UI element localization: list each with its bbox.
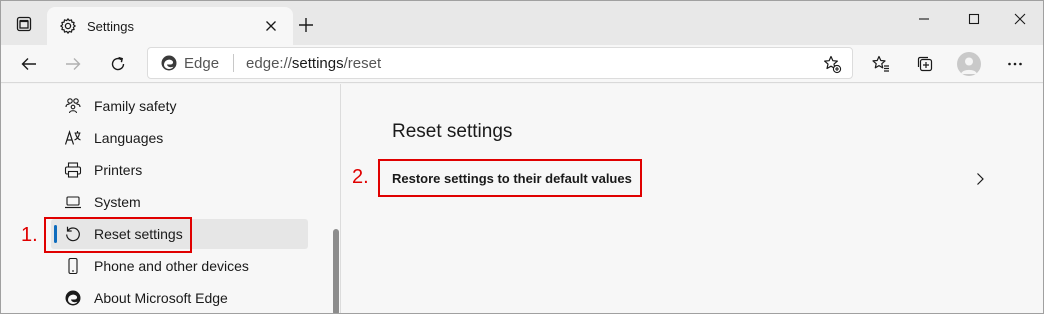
printer-icon [64,161,82,179]
edge-logo-icon [160,54,178,72]
close-icon [1014,13,1026,25]
title-bar: Settings [1,1,1043,45]
annotation-box-step-2 [378,159,642,197]
close-window-button[interactable] [997,5,1043,33]
sidebar-item-about-microsoft-edge[interactable]: About Microsoft Edge [51,283,308,313]
sidebar-item-label: Printers [94,162,143,178]
minimize-button[interactable] [901,5,947,33]
family-icon [64,97,82,115]
edge-icon [64,289,82,307]
sidebar-item-system[interactable]: System [51,187,308,217]
avatar [957,52,981,76]
annotation-step-2: 2. [352,166,369,188]
refresh-button[interactable] [104,50,132,78]
sidebar-item-label: System [94,194,141,210]
settings-main: Reset settings Restore settings to their… [342,84,1043,313]
arrow-right-icon [66,58,81,70]
favorites-icon [872,55,889,72]
browser-window: Settings Edge edge://settings/reset Fami… [0,0,1044,314]
gear-icon [59,17,77,35]
languages-icon [64,129,82,147]
settings-content: Family safety Languages Printers System … [1,84,1043,313]
sidebar-item-languages[interactable]: Languages [51,123,308,153]
maximize-icon [968,13,980,25]
address-bar[interactable]: Edge edge://settings/reset [147,47,853,79]
url-scheme: edge:// [246,54,292,72]
toolbar: Edge edge://settings/reset [1,45,1043,83]
more-button[interactable] [1001,50,1029,78]
favorites-button[interactable] [867,50,895,78]
sidebar-item-family-safety[interactable]: Family safety [51,91,308,121]
address-divider [233,54,235,72]
sidebar-item-label: About Microsoft Edge [94,290,228,306]
settings-sidebar: Family safety Languages Printers System … [1,84,341,313]
new-tab-button[interactable] [295,14,317,36]
annotation-box-step-1 [44,217,192,253]
tab-settings[interactable]: Settings [47,7,293,45]
phone-icon [64,257,82,275]
tab-actions-icon [16,16,32,32]
sidebar-scrollbar[interactable] [333,229,339,313]
add-favorite-icon[interactable] [822,54,842,74]
address-url[interactable]: edge://settings/reset [246,55,381,72]
sidebar-item-label: Phone and other devices [94,258,249,274]
tab-title: Settings [87,18,134,34]
minimize-icon [919,18,929,20]
annotation-step-1: 1. [21,224,38,246]
more-icon [1008,62,1022,66]
sidebar-item-phone-and-other-devices[interactable]: Phone and other devices [51,251,308,281]
page-title: Reset settings [392,121,513,142]
plus-icon [299,18,313,32]
tab-actions-button[interactable] [13,13,35,35]
maximize-button[interactable] [951,5,997,33]
back-button[interactable] [15,50,43,78]
laptop-icon [64,193,82,211]
chevron-right-icon [972,171,988,187]
close-tab-icon[interactable] [263,18,279,34]
arrow-left-icon [21,58,36,70]
sidebar-item-label: Family safety [94,98,177,114]
profile-button[interactable] [955,50,983,78]
forward-button[interactable] [59,50,87,78]
sidebar-item-printers[interactable]: Printers [51,155,308,185]
sidebar-item-label: Languages [94,130,164,146]
collections-button[interactable] [911,50,939,78]
collections-icon [917,56,933,72]
url-path: /reset [343,54,382,72]
address-brand: Edge [184,54,220,72]
refresh-icon [111,56,125,71]
url-host: settings [291,54,344,72]
